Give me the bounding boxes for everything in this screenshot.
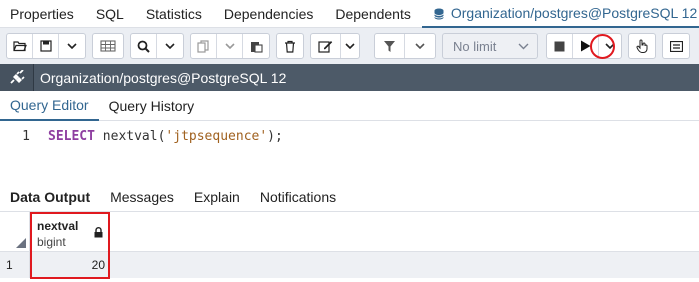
sql-string: 'jtpsequence' [165,129,267,144]
execute-group [546,33,622,59]
tab-query-tool-label: Organization/postgres@PostgreSQL 12 * [451,5,699,21]
find-button[interactable] [131,34,157,58]
sql-function: nextval( [95,129,165,144]
stop-icon [554,41,565,52]
copy-icon [197,40,210,53]
output-tab-bar: Data Output Messages Explain Notificatio… [0,182,699,212]
select-all-corner[interactable] [0,212,30,252]
tab-dependencies[interactable]: Dependencies [213,0,325,28]
play-icon [580,40,591,52]
keyboard-group [662,33,690,59]
tab-notifications[interactable]: Notifications [250,182,346,212]
stop-button[interactable] [547,34,573,58]
lock-icon [94,226,103,241]
edit-options-dropdown[interactable] [341,34,359,58]
line-number: 1 [0,129,30,144]
delete-group [276,33,304,59]
tab-data-output[interactable]: Data Output [0,182,100,212]
tab-query-tool[interactable]: Organization/postgres@PostgreSQL 12 * [422,0,699,28]
query-toolbar: No limit [0,28,699,64]
row-limit-value: No limit [453,39,496,54]
delete-rows-button[interactable] [277,34,303,58]
line-number-gutter: 1 [0,122,38,182]
filter-group [374,33,436,59]
chevron-down-icon [225,43,235,49]
plug-icon [8,70,26,86]
chevron-down-icon [67,43,77,49]
table-cell[interactable]: 20 [30,252,110,278]
row-number[interactable]: 1 [0,252,30,278]
column-header-nextval[interactable]: nextval bigint [30,212,110,252]
header-filler [110,212,699,252]
top-tab-bar: Properties SQL Statistics Dependencies D… [0,0,699,28]
code-line: SELECT nextval('jtpsequence'); [48,129,283,144]
edit-group [310,33,360,59]
result-grid: nextval bigint 1 20 [0,212,699,282]
macros-group [628,33,656,59]
folder-open-icon [13,40,27,52]
tab-statistics[interactable]: Statistics [135,0,213,28]
copy-button[interactable] [191,34,217,58]
sql-close: ); [267,129,283,144]
table-grid-icon [100,40,116,52]
connection-status-button[interactable] [0,64,34,91]
execute-options-dropdown[interactable] [599,34,621,58]
execute-button[interactable] [573,34,599,58]
chevron-down-icon [518,43,529,50]
row-filler [110,252,699,278]
tab-query-history[interactable]: Query History [99,91,205,121]
edit-options-button[interactable] [311,34,341,58]
macros-button[interactable] [629,34,655,58]
connection-title: Organization/postgres@PostgreSQL 12 [34,70,286,86]
keyboard-shortcuts-button[interactable] [663,34,689,58]
chevron-down-icon [605,43,615,49]
tab-sql[interactable]: SQL [85,0,135,28]
hand-pointer-icon [636,39,648,53]
chevron-down-icon [165,43,175,49]
database-icon [433,7,445,19]
corner-triangle-icon [16,238,26,248]
paste-button[interactable] [243,34,269,58]
tab-query-editor[interactable]: Query Editor [0,91,99,121]
tab-dependents[interactable]: Dependents [324,0,422,28]
save-options-dropdown[interactable] [59,34,85,58]
find-group [130,33,184,59]
tab-explain[interactable]: Explain [184,182,250,212]
sql-editor[interactable]: 1 SELECT nextval('jtpsequence'); [0,122,699,182]
copy-options-dropdown[interactable] [217,34,243,58]
chevron-down-icon [345,43,355,49]
paste-icon [250,40,263,53]
trash-icon [284,40,296,53]
save-file-button[interactable] [33,34,59,58]
row-limit-select[interactable]: No limit [442,33,538,59]
sql-keyword: SELECT [48,129,95,144]
keyboard-icon [670,41,683,52]
find-options-dropdown[interactable] [157,34,183,58]
chevron-down-icon [415,43,425,49]
editor-tab-bar: Query Editor Query History [0,91,699,121]
file-button-group [6,33,86,59]
tab-messages[interactable]: Messages [100,182,184,212]
filter-options-dropdown[interactable] [405,34,435,58]
clipboard-group [190,33,270,59]
column-type: bigint [37,235,66,249]
open-file-button[interactable] [7,34,33,58]
edit-grid-group [92,33,124,59]
column-name: nextval [37,219,78,233]
tab-properties[interactable]: Properties [0,0,85,28]
edit-rows-button[interactable] [93,34,123,58]
pencil-square-icon [318,40,333,53]
filter-button[interactable] [375,34,405,58]
search-icon [137,40,150,53]
filter-icon [383,40,396,53]
connection-bar: Organization/postgres@PostgreSQL 12 [0,64,699,91]
save-icon [40,40,52,52]
